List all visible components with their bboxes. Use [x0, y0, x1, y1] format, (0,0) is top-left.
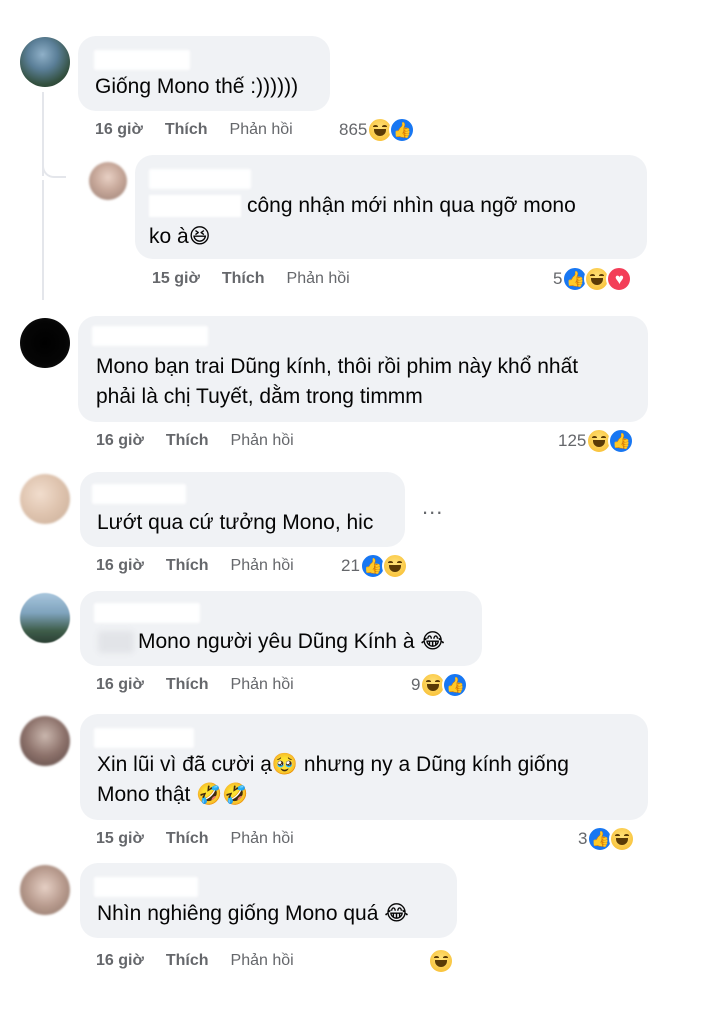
redacted-word	[98, 631, 134, 654]
like-button[interactable]: Thích	[166, 676, 209, 693]
comment-text: Mono người yêu Dũng Kính à 😂	[138, 630, 445, 653]
reply-thread-line	[42, 180, 44, 300]
comment-text-line: Mono người yêu Dũng Kính à 😂	[98, 627, 445, 657]
like-button[interactable]: Thích	[222, 270, 265, 287]
reply-button[interactable]: Phản hồi	[231, 432, 294, 449]
like-icon: 👍	[608, 428, 635, 454]
comment-text-line-2: Mono thật 🤣🤣	[97, 783, 249, 806]
avatar[interactable]	[20, 474, 70, 524]
reaction-count: 3	[578, 829, 588, 848]
like-button[interactable]: Thích	[166, 432, 209, 449]
comment-bubble: Mono người yêu Dũng Kính à 😂	[80, 591, 482, 666]
comment-bubble: Mono bạn trai Dũng kính, thôi rồi phim n…	[78, 316, 648, 422]
comment-meta: 16 giờ Thích Phản hồi	[96, 557, 316, 575]
reaction-summary[interactable]: 21 👍	[341, 553, 408, 579]
reaction-count: 865	[339, 120, 368, 139]
more-options-button[interactable]: ...	[422, 494, 443, 520]
comment-text-line-1: công nhận mới nhìn qua ngỡ mono	[149, 191, 576, 221]
like-button[interactable]: Thích	[165, 121, 208, 138]
comment-bubble: Nhìn nghiêng giống Mono quá 😂	[80, 863, 457, 938]
comment-text: 🥹 nhưng ny a Dũng kính giống	[271, 753, 569, 776]
reaction-count: 21	[341, 556, 360, 575]
comment-time[interactable]: 16 giờ	[96, 676, 144, 693]
reply-button[interactable]: Phản hồi	[231, 676, 294, 693]
reaction-count: 125	[558, 431, 587, 450]
author-name-redacted[interactable]	[94, 603, 200, 623]
comment-meta: 16 giờ Thích Phản hồi	[96, 676, 316, 694]
comment-text: Nhìn nghiêng giống Mono quá 😂	[97, 902, 409, 925]
author-name-redacted[interactable]	[149, 169, 251, 189]
reply-button[interactable]: Phản hồi	[231, 952, 294, 969]
haha-icon	[609, 826, 636, 852]
comment-bubble: Lướt qua cứ tưởng Mono, hic	[80, 472, 405, 547]
author-name-redacted[interactable]	[92, 484, 186, 504]
comment-meta: 16 giờ Thích Phản hồi	[96, 432, 316, 450]
comment-time[interactable]: 16 giờ	[96, 952, 144, 969]
haha-icon	[428, 948, 454, 974]
mention-redacted[interactable]	[149, 195, 241, 218]
like-button[interactable]: Thích	[166, 952, 209, 969]
avatar[interactable]	[20, 593, 70, 643]
reaction-summary[interactable]: 865 👍	[339, 117, 416, 143]
reply-thread-curve	[42, 164, 66, 178]
author-name-redacted[interactable]	[94, 728, 194, 748]
avatar[interactable]	[20, 318, 70, 368]
comment-meta: 16 giờ Thích Phản hồi	[95, 121, 315, 139]
comment-meta: 16 giờ Thích Phản hồi	[96, 952, 316, 970]
reaction-summary[interactable]: 5 👍 ♥	[553, 266, 633, 292]
comment-text: Lướt qua cứ tưởng Mono, hic	[97, 511, 374, 534]
comment-text-line-2: ko à😆	[149, 225, 211, 248]
comment-bubble: công nhận mới nhìn qua ngỡ mono ko à😆	[135, 155, 647, 259]
reaction-summary[interactable]: 3 👍	[578, 826, 636, 852]
reply-button[interactable]: Phản hồi	[287, 270, 350, 287]
like-icon: 👍	[442, 672, 469, 698]
reply-button[interactable]: Phản hồi	[230, 121, 293, 138]
like-icon: 👍	[389, 117, 416, 143]
comment-text-line-2: phải là chị Tuyết, dằm trong timmm	[96, 385, 423, 408]
avatar[interactable]	[20, 37, 70, 87]
comment-meta: 15 giờ Thích Phản hồi	[152, 270, 372, 288]
comment-text: công nhận mới nhìn qua ngỡ mono	[247, 194, 576, 217]
author-name-redacted[interactable]	[94, 50, 190, 70]
haha-icon	[381, 553, 408, 579]
like-button[interactable]: Thích	[166, 557, 209, 574]
comment-time[interactable]: 15 giờ	[152, 270, 200, 287]
reply-button[interactable]: Phản hồi	[231, 830, 294, 847]
comment-bubble: Giống Mono thế :))))))	[78, 36, 330, 111]
avatar[interactable]	[20, 865, 70, 915]
comment-text-line-1: Mono bạn trai Dũng kính, thôi rồi phim n…	[96, 355, 579, 378]
love-icon: ♥	[606, 266, 633, 292]
reaction-summary[interactable]: 125 👍	[558, 428, 635, 454]
comment-time[interactable]: 16 giờ	[95, 121, 143, 138]
reaction-summary[interactable]: 9 👍	[411, 672, 469, 698]
reply-button[interactable]: Phản hồi	[231, 557, 294, 574]
comment-text: Xin lũi vì đã cười ạ	[97, 753, 272, 776]
comment-meta: 15 giờ Thích Phản hồi	[96, 830, 316, 848]
comment-time[interactable]: 15 giờ	[96, 830, 144, 847]
author-name-redacted[interactable]	[94, 877, 198, 897]
reaction-summary[interactable]	[428, 948, 454, 974]
like-button[interactable]: Thích	[166, 830, 209, 847]
author-name-redacted[interactable]	[92, 326, 208, 346]
comment-text: Giống Mono thế :))))))	[95, 75, 299, 98]
comment-text-line-1: Xin lũi vì đã cười ạ🥹 nhưng ny a Dũng kí…	[97, 750, 569, 780]
avatar[interactable]	[20, 716, 70, 766]
comment-bubble: Xin lũi vì đã cười ạ🥹 nhưng ny a Dũng kí…	[80, 714, 648, 820]
avatar[interactable]	[89, 162, 127, 200]
comment-time[interactable]: 16 giờ	[96, 557, 144, 574]
reaction-count: 5	[553, 269, 563, 288]
comment-time[interactable]: 16 giờ	[96, 432, 144, 449]
reaction-count: 9	[411, 675, 421, 694]
